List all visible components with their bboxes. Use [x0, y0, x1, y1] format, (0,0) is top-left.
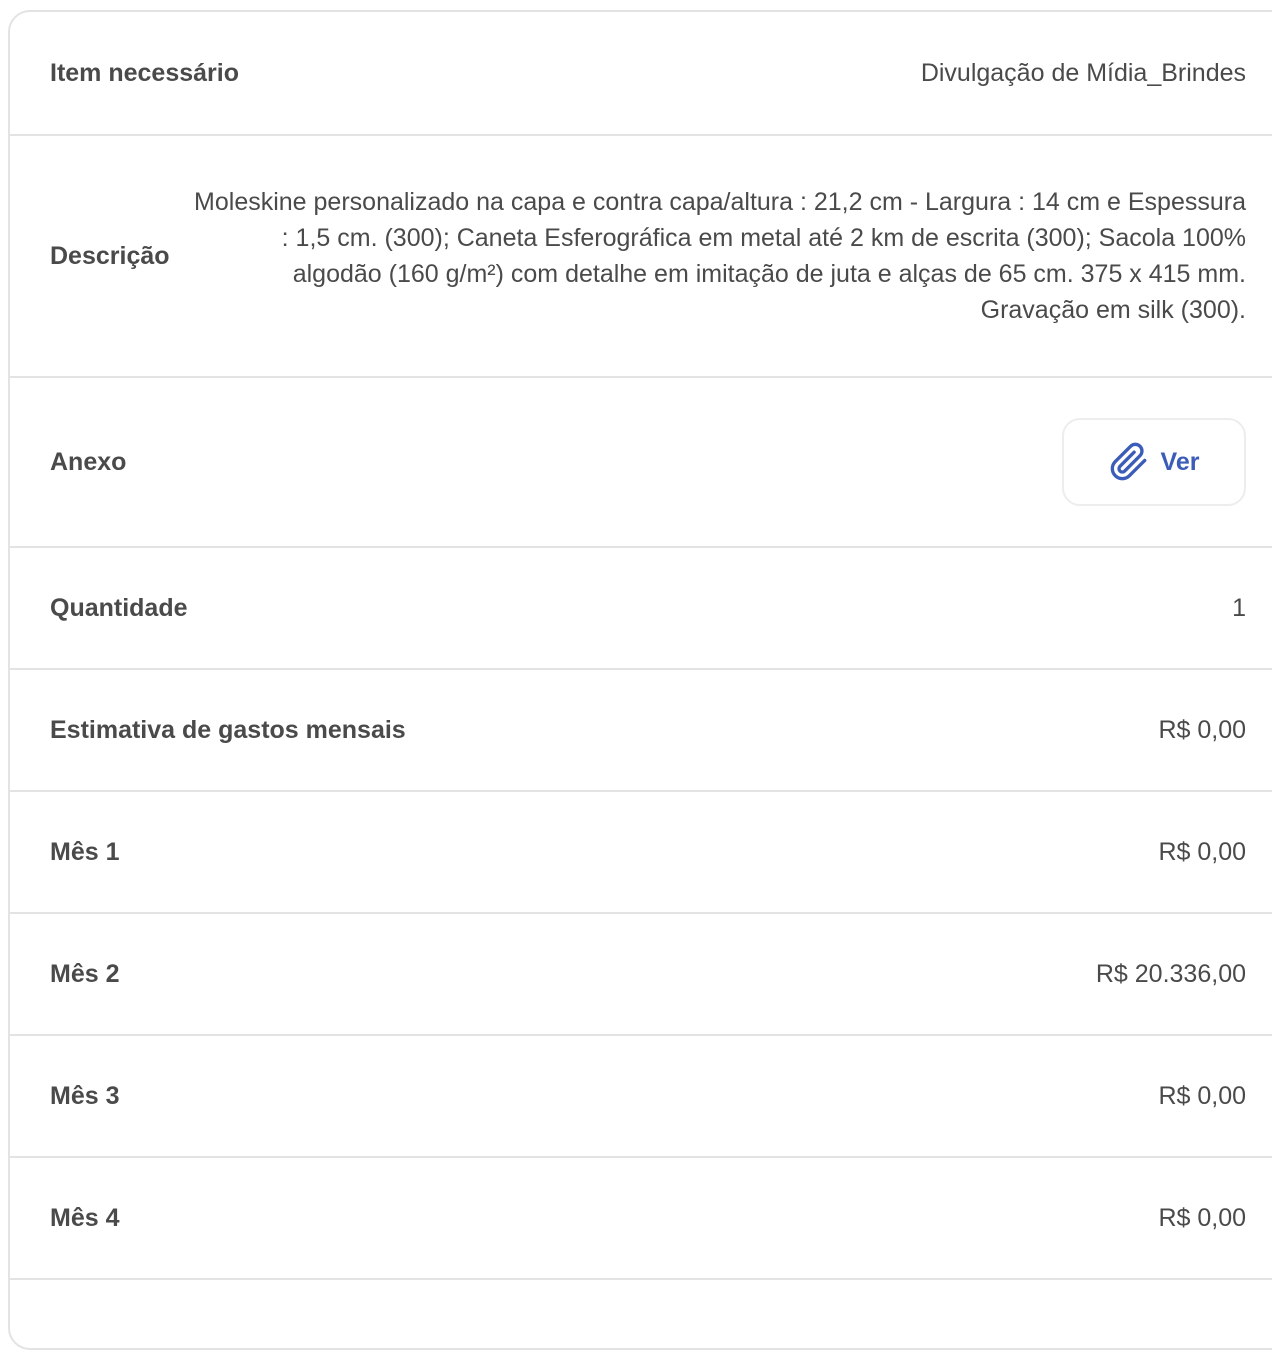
month-row: Mês 3 R$ 0,00 [10, 1036, 1272, 1158]
description-label: Descrição [50, 241, 170, 270]
description-row: Descrição Moleskine personalizado na cap… [10, 136, 1272, 378]
month-label: Mês 4 [50, 1203, 120, 1232]
item-label: Item necessário [50, 58, 239, 87]
view-attachment-label: Ver [1160, 447, 1200, 476]
view-attachment-button[interactable]: Ver [1062, 418, 1246, 506]
quantity-row: Quantidade 1 [10, 548, 1272, 670]
month-label: Mês 3 [50, 1081, 120, 1110]
item-row: Item necessário Divulgação de Mídia_Brin… [10, 12, 1272, 136]
month-label: Mês 1 [50, 837, 120, 866]
month-value: R$ 0,00 [1158, 1081, 1246, 1110]
item-details-card: Item necessário Divulgação de Mídia_Brin… [8, 10, 1272, 1350]
month-value: R$ 0,00 [1158, 837, 1246, 866]
month-label: Mês 2 [50, 959, 120, 988]
monthly-estimate-label: Estimativa de gastos mensais [50, 715, 406, 744]
month-value: R$ 20.336,00 [1095, 959, 1246, 988]
month-row: Mês 4 R$ 0,00 [10, 1158, 1272, 1280]
monthly-estimate-row: Estimativa de gastos mensais R$ 0,00 [10, 670, 1272, 792]
month-row: Mês 2 R$ 20.336,00 [10, 914, 1272, 1036]
attachment-label: Anexo [50, 447, 127, 476]
quantity-label: Quantidade [50, 593, 188, 622]
month-value: R$ 0,00 [1158, 1203, 1246, 1232]
attachment-row: Anexo Ver [10, 378, 1272, 548]
quantity-value: 1 [1232, 593, 1246, 622]
description-value: Moleskine personalizado na capa e contra… [194, 188, 1246, 324]
month-row: Mês 1 R$ 0,00 [10, 792, 1272, 914]
paperclip-icon [1109, 442, 1149, 482]
monthly-estimate-value: R$ 0,00 [1158, 715, 1246, 744]
item-value: Divulgação de Mídia_Brindes [920, 58, 1246, 87]
